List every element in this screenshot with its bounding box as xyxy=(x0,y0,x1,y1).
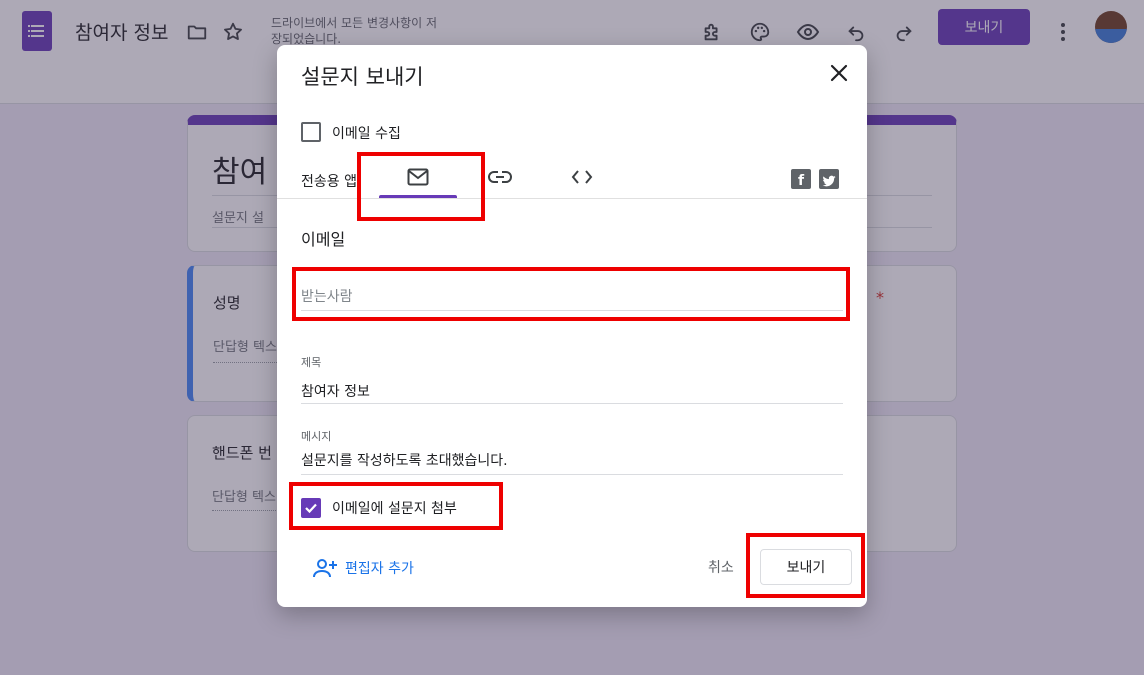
cancel-button[interactable]: 취소 xyxy=(708,557,734,577)
add-person-icon xyxy=(313,559,337,578)
message-value: 설문지를 작성하도록 초대했습니다. xyxy=(301,453,508,469)
message-label: 메시지 xyxy=(301,430,332,443)
subject-value: 참여자 정보 xyxy=(301,384,370,400)
close-icon[interactable] xyxy=(828,62,850,84)
add-editor-label: 편집자 추가 xyxy=(345,561,414,577)
dialog-title: 설문지 보내기 xyxy=(301,65,424,89)
send-button[interactable]: 보내기 xyxy=(760,549,852,585)
email-tab-icon[interactable] xyxy=(403,165,433,189)
email-section-title: 이메일 xyxy=(301,230,346,249)
subject-field[interactable]: 참여자 정보 xyxy=(301,381,843,404)
tabs-divider xyxy=(277,198,867,199)
link-tab-icon[interactable] xyxy=(485,165,515,189)
embed-code-tab-icon[interactable] xyxy=(567,165,597,189)
send-via-label: 전송용 앱: xyxy=(301,174,362,190)
add-editor-button[interactable]: 편집자 추가 xyxy=(313,558,414,578)
twitter-share-icon[interactable] xyxy=(819,169,839,189)
message-field[interactable]: 설문지를 작성하도록 초대했습니다. xyxy=(301,450,843,475)
facebook-share-icon[interactable]: f xyxy=(791,169,811,189)
recipient-input[interactable] xyxy=(301,283,843,311)
include-form-checkbox[interactable] xyxy=(301,498,321,518)
send-form-dialog: 설문지 보내기 이메일 수집 전송용 앱: f 이메일 제목 참여자 정보 메시… xyxy=(277,45,867,607)
include-form-label: 이메일에 설문지 첨부 xyxy=(332,501,457,517)
collect-email-label: 이메일 수집 xyxy=(332,126,401,142)
collect-email-checkbox[interactable] xyxy=(301,122,321,142)
subject-label: 제목 xyxy=(301,356,322,369)
